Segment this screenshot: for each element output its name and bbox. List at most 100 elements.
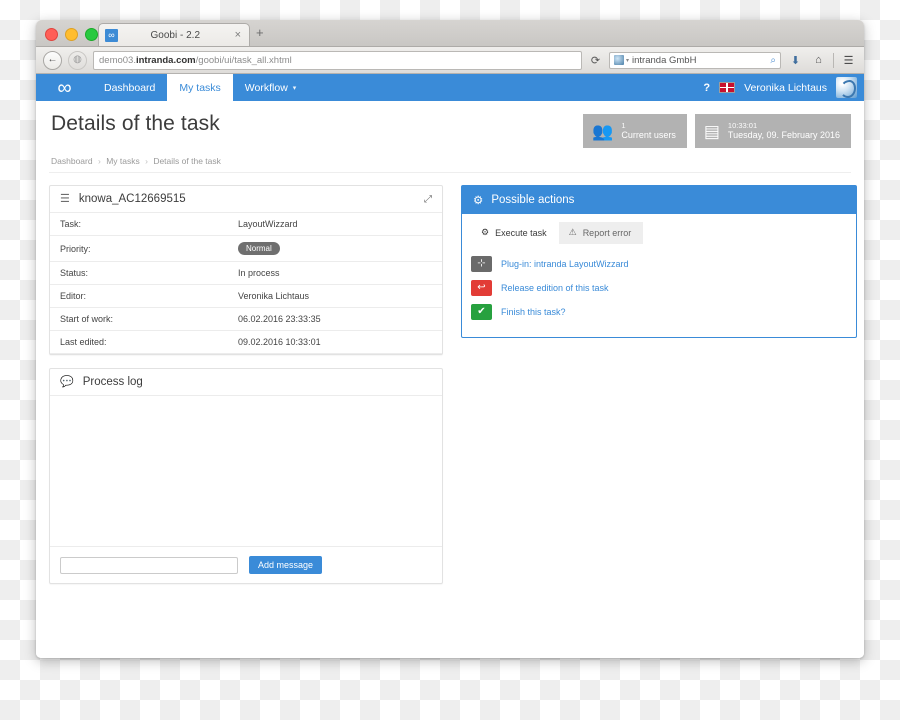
- nav-item-dashboard[interactable]: Dashboard: [92, 74, 167, 101]
- window-controls: [45, 28, 98, 41]
- close-icon[interactable]: ×: [233, 29, 243, 41]
- globe-icon: ◍: [68, 50, 87, 70]
- reload-button[interactable]: ⟳: [588, 54, 603, 67]
- warning-icon: ⚠: [568, 227, 577, 237]
- home-icon[interactable]: ⌂: [810, 54, 827, 66]
- list-icon: ☰: [60, 192, 70, 205]
- search-input[interactable]: intranda GmbH: [632, 55, 770, 66]
- row-key: Editor:: [50, 284, 228, 308]
- possible-actions-panel: ⚙ Possible actions ⚙ Execute task ⚠ Repo…: [461, 185, 857, 338]
- row-key: Status:: [50, 261, 228, 285]
- gear-icon: ⚙: [473, 195, 484, 207]
- task-details-table: Task: LayoutWizzard Priority: Normal Sta: [50, 213, 442, 354]
- page-title: Details of the task: [51, 112, 220, 135]
- row-value: Normal: [228, 235, 442, 262]
- gear-icon: ⚙: [481, 227, 490, 237]
- action-label[interactable]: Plug-in: intranda LayoutWizzard: [501, 259, 629, 269]
- users-icon: 👥: [592, 121, 614, 141]
- browser-tab-strip: ∞ Goobi - 2.2 × +: [36, 20, 864, 47]
- plugin-icon: ⊹: [471, 256, 492, 272]
- infinity-icon: ∞: [105, 28, 118, 42]
- search-bar[interactable]: ▾ intranda GmbH ⌕: [609, 51, 781, 69]
- action-label[interactable]: Finish this task?: [501, 307, 566, 317]
- download-icon[interactable]: ⬇: [787, 54, 804, 67]
- nav-item-my-tasks[interactable]: My tasks: [167, 74, 233, 101]
- datetime-widget[interactable]: ▤ 10:33:01 Tuesday, 09. February 2016: [694, 114, 851, 148]
- page-viewport: ∞ Dashboard My tasks Workflow ▾ ? Veroni…: [36, 74, 864, 658]
- expand-arrows-icon[interactable]: ⤢: [424, 194, 432, 205]
- process-log-entries: [50, 396, 442, 546]
- browser-toolbar: ← ◍ demo03. intranda.com/goobi/ui/task_al…: [36, 47, 864, 74]
- close-window-button[interactable]: [45, 28, 58, 41]
- table-row: Task: LayoutWizzard: [50, 213, 442, 236]
- help-icon[interactable]: ?: [703, 82, 710, 94]
- task-details-header: ☰ knowa_AC12669515 ⤢: [50, 186, 442, 213]
- row-value: In process: [228, 261, 442, 285]
- browser-tab-title: Goobi - 2.2: [150, 29, 201, 41]
- add-message-button[interactable]: Add message: [249, 556, 323, 574]
- url-path: /goobi/ui/task_all.xhtml: [195, 54, 292, 66]
- tab-execute-task[interactable]: ⚙ Execute task: [471, 222, 559, 244]
- table-row: Last edited: 09.02.2016 10:33:01: [50, 330, 442, 354]
- chevron-down-icon[interactable]: ▾: [626, 57, 629, 64]
- table-row: Priority: Normal: [50, 235, 442, 262]
- url-prefix: demo03.: [99, 54, 136, 66]
- process-log-footer: Add message: [50, 546, 442, 583]
- message-input[interactable]: [60, 556, 238, 574]
- tab-report-error[interactable]: ⚠ Report error: [558, 222, 644, 244]
- uk-flag-icon[interactable]: [719, 82, 736, 93]
- action-plugin-layoutwizzard[interactable]: ⊹ Plug-in: intranda LayoutWizzard: [471, 253, 847, 275]
- page-header: Details of the task 👥 1 Current users ▤ …: [49, 101, 851, 148]
- info-widgets: 👥 1 Current users ▤ 10:33:01 Tuesday, 09…: [583, 112, 851, 148]
- nav-item-workflow[interactable]: Workflow ▾: [233, 74, 309, 101]
- comment-icon: 💬: [60, 375, 74, 388]
- current-user-label[interactable]: Veronika Lichtaus: [744, 82, 827, 94]
- process-log-title: Process log: [82, 376, 143, 388]
- page-content: Details of the task 👥 1 Current users ▤ …: [36, 101, 864, 597]
- current-date: Tuesday, 09. February 2016: [727, 130, 840, 140]
- new-tab-button[interactable]: +: [256, 26, 264, 40]
- breadcrumb-separator: ›: [145, 156, 148, 166]
- action-label[interactable]: Release edition of this task: [501, 283, 609, 293]
- undo-icon: ↩: [471, 280, 492, 296]
- table-row: Start of work: 06.02.2016 23:33:35: [50, 307, 442, 331]
- action-release-edition[interactable]: ↩ Release edition of this task: [471, 277, 847, 299]
- current-users-widget[interactable]: 👥 1 Current users: [583, 114, 687, 148]
- breadcrumb-item-current: Details of the task: [153, 156, 221, 166]
- search-icon[interactable]: ⌕: [770, 55, 776, 66]
- breadcrumb-separator: ›: [97, 156, 101, 166]
- current-time: 10:33:01: [727, 121, 758, 130]
- row-key: Priority:: [50, 235, 228, 262]
- process-log-card: 💬 Process log Add message: [49, 368, 443, 584]
- breadcrumb-item-my-tasks[interactable]: My tasks: [106, 156, 140, 166]
- possible-actions-title: Possible actions: [491, 194, 575, 206]
- table-row: Editor: Veronika Lichtaus: [50, 284, 442, 308]
- action-tabs: ⚙ Execute task ⚠ Report error: [462, 214, 856, 244]
- row-value: 09.02.2016 10:33:01: [228, 330, 442, 354]
- check-icon: ✔: [471, 304, 492, 320]
- app-navbar: ∞ Dashboard My tasks Workflow ▾ ? Veroni…: [36, 74, 864, 101]
- nav-item-label: Workflow: [244, 81, 288, 94]
- current-users-label: Current users: [621, 130, 676, 140]
- menu-icon[interactable]: ☰: [840, 54, 857, 67]
- url-domain: intranda.com: [135, 54, 196, 66]
- minimize-window-button[interactable]: [65, 28, 78, 41]
- possible-actions-body: ⚙ Execute task ⚠ Report error ⊹ Plug-in:…: [462, 214, 856, 337]
- row-key: Start of work:: [50, 307, 228, 331]
- goobi-logo-icon[interactable]: ∞: [36, 74, 92, 101]
- browser-tab[interactable]: ∞ Goobi - 2.2 ×: [98, 23, 250, 46]
- nav-item-label: My tasks: [179, 81, 221, 94]
- search-engine-icon[interactable]: [614, 55, 624, 65]
- current-users-count: 1: [621, 121, 626, 130]
- breadcrumb-item-dashboard[interactable]: Dashboard: [51, 156, 93, 166]
- status-badge: Normal: [238, 242, 280, 255]
- row-value: 06.02.2016 23:33:35: [228, 307, 442, 331]
- calendar-icon: ▤: [703, 121, 720, 141]
- maximize-window-button[interactable]: [85, 28, 98, 41]
- address-bar[interactable]: demo03. intranda.com/goobi/ui/task_all.xh…: [93, 50, 582, 70]
- avatar[interactable]: [836, 77, 857, 98]
- back-button[interactable]: ←: [43, 50, 62, 70]
- toolbar-divider: [833, 52, 834, 68]
- action-finish-task[interactable]: ✔ Finish this task?: [471, 301, 847, 323]
- task-details-card: ☰ knowa_AC12669515 ⤢ Task: LayoutWizzard…: [49, 185, 443, 355]
